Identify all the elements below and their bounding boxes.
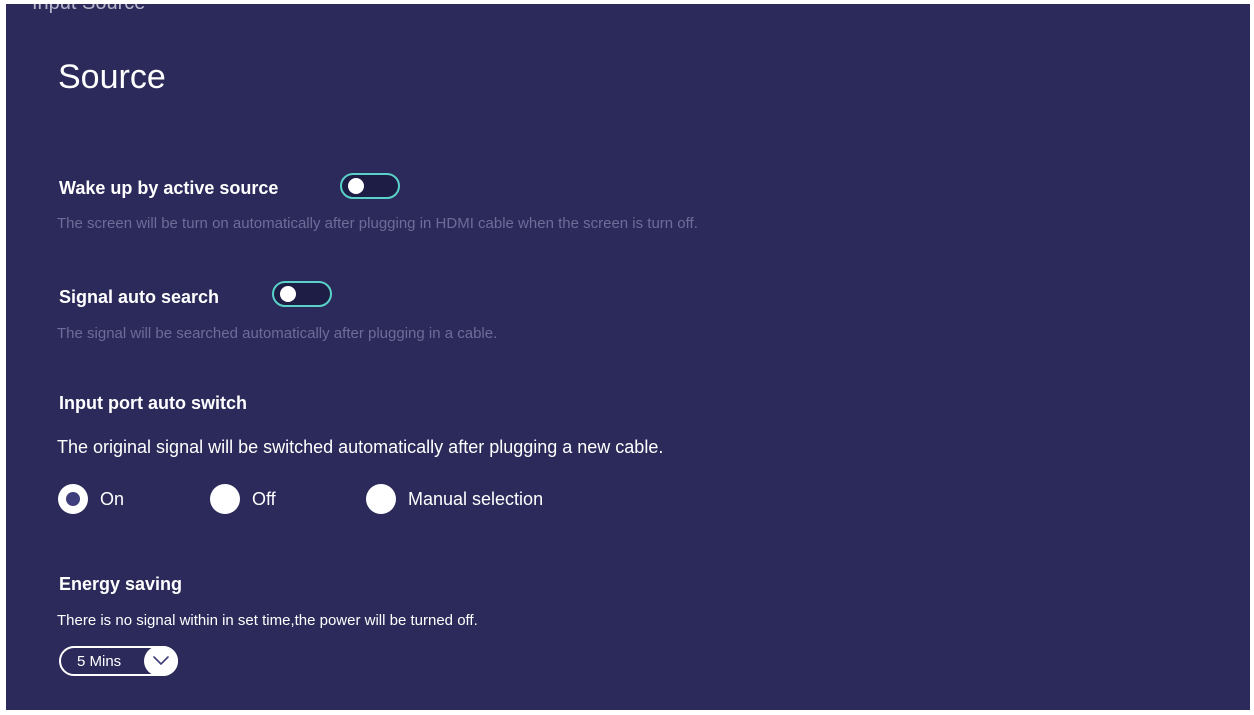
dropdown-toggle-button[interactable] bbox=[144, 646, 178, 676]
chevron-down-icon bbox=[153, 656, 169, 665]
toggle-knob bbox=[348, 178, 364, 194]
energy-saving-dropdown[interactable]: 5 Mins bbox=[59, 646, 178, 676]
energy-saving-description: There is no signal within in set time,th… bbox=[57, 612, 478, 629]
radio-selected-icon bbox=[58, 484, 88, 514]
input-port-switch-description: The original signal will be switched aut… bbox=[57, 437, 664, 457]
energy-saving-label: Energy saving bbox=[59, 574, 183, 594]
radio-label: Off bbox=[252, 488, 276, 509]
wake-up-description: The screen will be turn on automatically… bbox=[57, 215, 698, 232]
radio-off[interactable]: Off bbox=[210, 484, 276, 514]
settings-panel: Input Source Source Wake up by active so… bbox=[6, 4, 1250, 710]
previous-page-title: Input Source bbox=[32, 4, 145, 15]
radio-on[interactable]: On bbox=[58, 484, 124, 514]
toggle-knob bbox=[280, 286, 296, 302]
wake-up-toggle[interactable] bbox=[340, 173, 400, 199]
signal-auto-search-toggle[interactable] bbox=[272, 281, 332, 307]
input-port-switch-label: Input port auto switch bbox=[59, 393, 247, 413]
radio-label: Manual selection bbox=[408, 488, 544, 509]
radio-label: On bbox=[100, 488, 125, 509]
page-title: Source bbox=[58, 58, 166, 96]
radio-unselected-icon bbox=[366, 484, 396, 514]
radio-manual-selection[interactable]: Manual selection bbox=[366, 484, 543, 514]
signal-auto-search-label: Signal auto search bbox=[59, 287, 220, 307]
radio-unselected-icon bbox=[210, 484, 240, 514]
signal-auto-search-description: The signal will be searched automaticall… bbox=[57, 325, 498, 342]
dropdown-value: 5 Mins bbox=[77, 653, 122, 670]
wake-up-label: Wake up by active source bbox=[59, 178, 279, 198]
